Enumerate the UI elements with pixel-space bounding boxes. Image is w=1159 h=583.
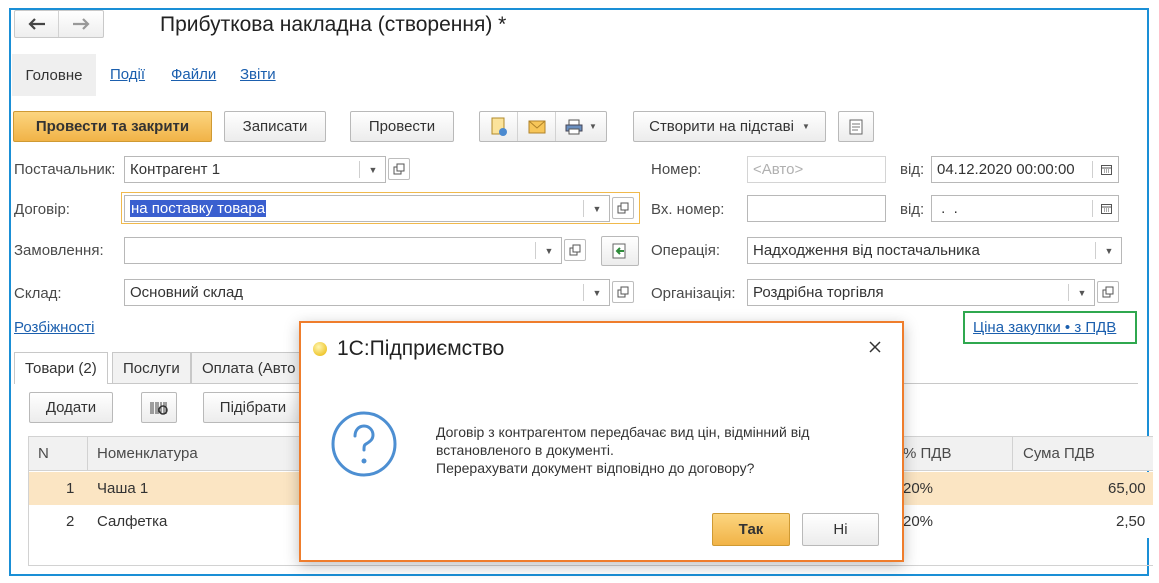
print-icon[interactable]: ▼ (556, 112, 606, 141)
contract-label: Договір: (14, 201, 70, 218)
row-vat-rate: 20% (903, 480, 934, 497)
open-order-icon[interactable] (564, 239, 586, 261)
chevron-down-icon: ▼ (589, 122, 597, 131)
price-type-link[interactable]: Ціна закупки • з ПДВ (973, 319, 1116, 336)
operation-field[interactable]: Надходження від постачальника ▼ (747, 237, 1122, 264)
close-icon[interactable] (867, 339, 883, 355)
row-number: 2 (66, 513, 75, 530)
warehouse-field[interactable]: Основний склад ▼ (124, 279, 610, 306)
date-label: від: (900, 161, 925, 178)
save-button[interactable]: Записати (224, 111, 326, 142)
report-icon[interactable] (838, 111, 874, 142)
row-item: Салфетка (97, 513, 168, 530)
pick-button[interactable]: Підібрати (203, 392, 303, 423)
column-header-n[interactable]: N (38, 445, 49, 462)
open-supplier-icon[interactable] (388, 158, 410, 180)
post-button[interactable]: Провести (350, 111, 454, 142)
contract-field[interactable]: на поставку товара ▼ (124, 195, 610, 222)
tab-main[interactable]: Головне (12, 54, 96, 96)
calendar-icon[interactable] (1094, 196, 1118, 221)
window-title: Прибуткова накладна (створення) * (160, 13, 507, 36)
chevron-down-icon[interactable]: ▼ (1070, 280, 1094, 305)
chevron-down-icon[interactable]: ▼ (1097, 238, 1121, 263)
number-label: Номер: (651, 161, 702, 178)
dialog-message-line-3: Перерахувати документ відповідно до дого… (436, 460, 755, 476)
add-row-button[interactable]: Додати (29, 392, 113, 423)
create-based-on-button[interactable]: Створити на підставі ▼ (633, 111, 826, 142)
dialog-title: 1С:Підприємство (337, 337, 505, 360)
row-vat-sum: 65,00 (1108, 480, 1146, 497)
in-date-label: від: (900, 201, 925, 218)
in-date-field[interactable]: . . (931, 195, 1119, 222)
document-icon[interactable] (480, 112, 518, 141)
back-arrow-icon[interactable] (15, 11, 60, 37)
mail-icon[interactable] (518, 112, 556, 141)
row-vat-rate: 20% (903, 513, 934, 530)
discrepancies-link[interactable]: Розбіжності (14, 319, 95, 336)
organization-field[interactable]: Роздрібна торгівля ▼ (747, 279, 1095, 306)
forward-arrow-icon[interactable] (59, 11, 103, 37)
warehouse-label: Склад: (14, 285, 62, 302)
row-number: 1 (66, 480, 75, 497)
dialog-message-line-1: Договір з контрагентом передбачає вид ці… (436, 424, 810, 440)
table-col-divider (1012, 437, 1013, 471)
operation-label: Операція: (651, 242, 721, 259)
calendar-icon[interactable] (1094, 157, 1118, 182)
in-number-label: Вх. номер: (651, 201, 725, 218)
column-header-item[interactable]: Номенклатура (97, 445, 198, 462)
tab-reports[interactable]: Звіти (240, 66, 276, 83)
yes-button[interactable]: Так (712, 513, 790, 546)
number-field[interactable]: <Авто> (747, 156, 886, 183)
row-item: Чаша 1 (97, 480, 149, 497)
chevron-down-icon[interactable]: ▼ (361, 157, 385, 182)
barcode-icon[interactable] (141, 392, 177, 423)
table-col-divider (87, 437, 88, 471)
tab-goods[interactable]: Товари (2) (14, 352, 108, 384)
date-field[interactable]: 04.12.2020 00:00:00 (931, 156, 1119, 183)
nav-back-forward (14, 10, 104, 38)
open-contract-icon[interactable] (612, 197, 634, 219)
in-number-field[interactable] (747, 195, 886, 222)
question-icon (331, 411, 397, 477)
order-label: Замовлення: (14, 242, 104, 259)
organization-label: Організація: (651, 285, 736, 302)
dialog-status-icon (313, 342, 327, 356)
confirm-dialog: 1С:Підприємство Договір з контрагентом п… (299, 321, 904, 562)
toolbar-icon-group: ▼ (479, 111, 607, 142)
no-button[interactable]: Ні (802, 513, 879, 546)
tab-payment[interactable]: Оплата (Авто (191, 352, 307, 383)
column-header-vat-sum[interactable]: Сума ПДВ (1023, 445, 1095, 462)
chevron-down-icon: ▼ (801, 122, 810, 131)
chevron-down-icon[interactable]: ▼ (585, 280, 609, 305)
fill-order-icon[interactable] (601, 236, 639, 266)
chevron-down-icon[interactable]: ▼ (537, 238, 561, 263)
dialog-message-line-2: встановленого в документі. (436, 442, 614, 458)
row-vat-sum: 2,50 (1116, 513, 1146, 530)
post-and-close-button[interactable]: Провести та закрити (13, 111, 212, 142)
open-organization-icon[interactable] (1097, 281, 1119, 303)
tab-events[interactable]: Події (110, 66, 145, 83)
tab-services[interactable]: Послуги (112, 352, 191, 383)
supplier-field[interactable]: Контрагент 1 ▼ (124, 156, 386, 183)
supplier-label: Постачальник: (14, 161, 116, 178)
chevron-down-icon[interactable]: ▼ (585, 196, 609, 221)
column-header-vat-rate[interactable]: % ПДВ (903, 445, 951, 462)
tab-files[interactable]: Файли (171, 66, 216, 83)
open-warehouse-icon[interactable] (612, 281, 634, 303)
order-field[interactable]: ▼ (124, 237, 562, 264)
